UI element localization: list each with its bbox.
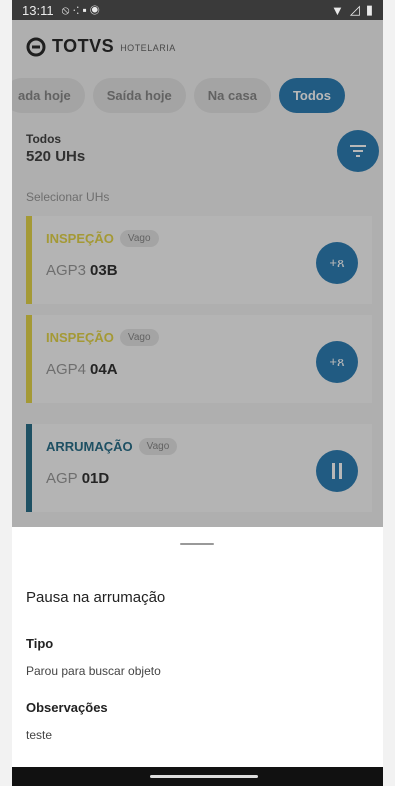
observacoes-label: Observações — [26, 700, 108, 715]
bottom-sheet: Pausa na arrumação Tipo Parou para busca… — [12, 527, 383, 767]
modal-scrim[interactable] — [12, 20, 383, 527]
battery-icon: ▮ — [365, 2, 373, 17]
tipo-value: Parou para buscar objeto — [26, 664, 161, 678]
system-nav-bar — [12, 767, 383, 786]
notification-icons: ⦸ ⁖ ▪ ◉ — [61, 2, 100, 17]
signal-icon: ◿ — [349, 2, 360, 17]
home-gesture-bar[interactable] — [150, 775, 258, 778]
status-bar: 13:11 ⦸ ⁖ ▪ ◉ ▼ ◿ ▮ — [12, 0, 383, 20]
wifi-icon: ▼ — [330, 2, 344, 18]
observacoes-value: teste — [26, 728, 53, 742]
sheet-drag-handle[interactable] — [180, 543, 214, 545]
status-time: 13:11 — [22, 2, 54, 18]
sheet-title: Pausa na arrumação — [26, 589, 166, 606]
status-right-icons: ▼ ◿ ▮ — [331, 2, 373, 18]
tipo-label: Tipo — [26, 636, 54, 651]
